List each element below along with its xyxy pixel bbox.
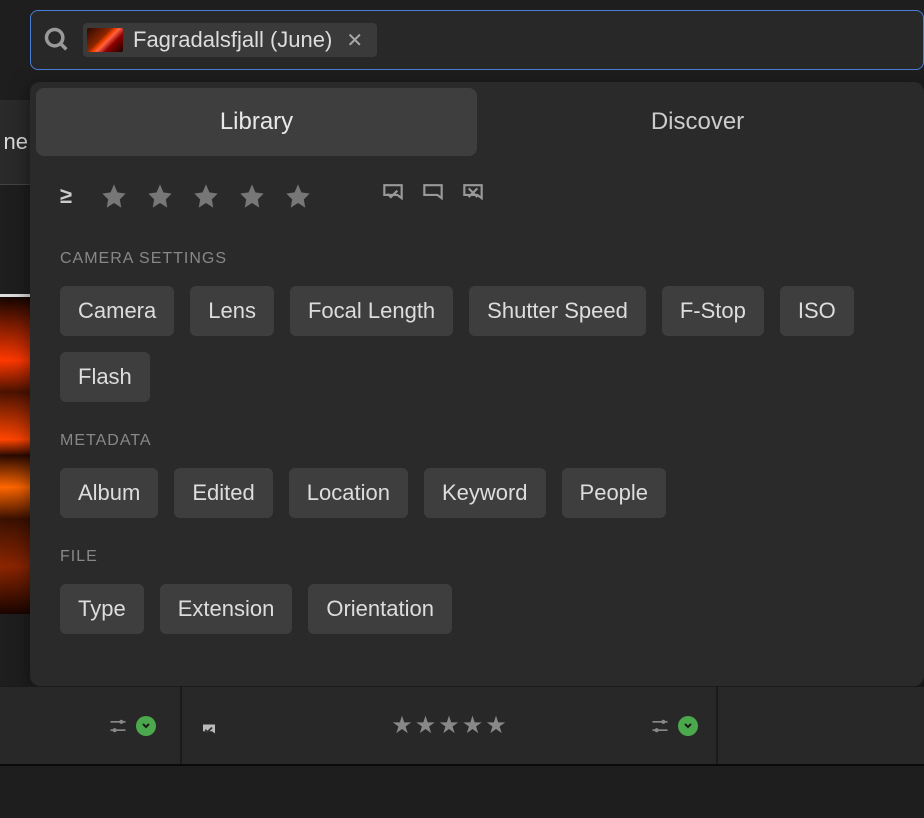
filmstrip-cell-1 xyxy=(0,687,182,764)
section-title: CAMERA SETTINGS xyxy=(60,250,894,268)
tab-library[interactable]: Library xyxy=(36,88,477,156)
chip-camera[interactable]: Camera xyxy=(60,286,174,336)
chip-keyword[interactable]: Keyword xyxy=(424,468,546,518)
chip-shutter-speed[interactable]: Shutter Speed xyxy=(469,286,646,336)
section-title: FILE xyxy=(60,548,894,566)
search-filter-tag[interactable]: Fagradalsfjall (June) ✕ xyxy=(83,23,377,57)
star-4[interactable] xyxy=(238,182,266,210)
tag-thumbnail xyxy=(87,28,123,52)
star-icon: ★ xyxy=(485,711,507,740)
star-icon: ★ xyxy=(391,711,413,740)
chip-f-stop[interactable]: F-Stop xyxy=(662,286,764,336)
star-icon: ★ xyxy=(462,711,484,740)
chip-location[interactable]: Location xyxy=(289,468,408,518)
chip-type[interactable]: Type xyxy=(60,584,144,634)
section-title: METADATA xyxy=(60,432,894,450)
star-3[interactable] xyxy=(192,182,220,210)
chip-edited[interactable]: Edited xyxy=(174,468,272,518)
flag-rejected-icon[interactable] xyxy=(460,183,486,209)
star-1[interactable] xyxy=(100,182,128,210)
filmstrip-toolbar: ★ ★ ★ ★ ★ xyxy=(0,686,924,766)
search-icon xyxy=(43,26,71,54)
tab-discover[interactable]: Discover xyxy=(477,88,918,156)
rating-flag-row: ≥ xyxy=(30,162,924,220)
sliders-icon[interactable] xyxy=(650,716,670,736)
flag-picked-icon[interactable] xyxy=(380,183,406,209)
section-camera-settings: CAMERA SETTINGS Camera Lens Focal Length… xyxy=(30,220,924,402)
chip-lens[interactable]: Lens xyxy=(190,286,274,336)
section-file: FILE Type Extension Orientation xyxy=(30,518,924,634)
star-2[interactable] xyxy=(146,182,174,210)
sliders-icon[interactable] xyxy=(108,716,128,736)
tabs: Library Discover xyxy=(30,82,924,162)
chip-album[interactable]: Album xyxy=(60,468,158,518)
left-thumbnail-strip xyxy=(0,294,30,614)
chip-people[interactable]: People xyxy=(562,468,667,518)
star-icon: ★ xyxy=(415,711,437,740)
filter-panel: Library Discover ≥ CAMERA SETTINGS Camer xyxy=(30,82,924,686)
chip-focal-length[interactable]: Focal Length xyxy=(290,286,453,336)
search-bar[interactable]: Fagradalsfjall (June) ✕ xyxy=(30,10,924,70)
section-metadata: METADATA Album Edited Location Keyword P… xyxy=(30,402,924,518)
close-icon[interactable]: ✕ xyxy=(342,28,367,53)
chip-extension[interactable]: Extension xyxy=(160,584,293,634)
star-icon: ★ xyxy=(438,711,460,740)
filmstrip-cell-2: ★ ★ ★ ★ ★ xyxy=(182,687,718,764)
rating-display[interactable]: ★ ★ ★ ★ ★ xyxy=(391,711,507,740)
chip-flash[interactable]: Flash xyxy=(60,352,150,402)
chip-orientation[interactable]: Orientation xyxy=(308,584,452,634)
left-label-fragment: ne xyxy=(0,100,30,185)
sync-status-icon[interactable] xyxy=(678,716,698,736)
sync-status-icon[interactable] xyxy=(136,716,156,736)
chip-iso[interactable]: ISO xyxy=(780,286,854,336)
star-5[interactable] xyxy=(284,182,312,210)
flag-picked-icon[interactable] xyxy=(200,723,218,741)
gte-icon[interactable]: ≥ xyxy=(60,183,72,209)
flag-unflagged-icon[interactable] xyxy=(420,183,446,209)
flag-group xyxy=(380,183,486,209)
tag-label: Fagradalsfjall (June) xyxy=(133,27,332,53)
